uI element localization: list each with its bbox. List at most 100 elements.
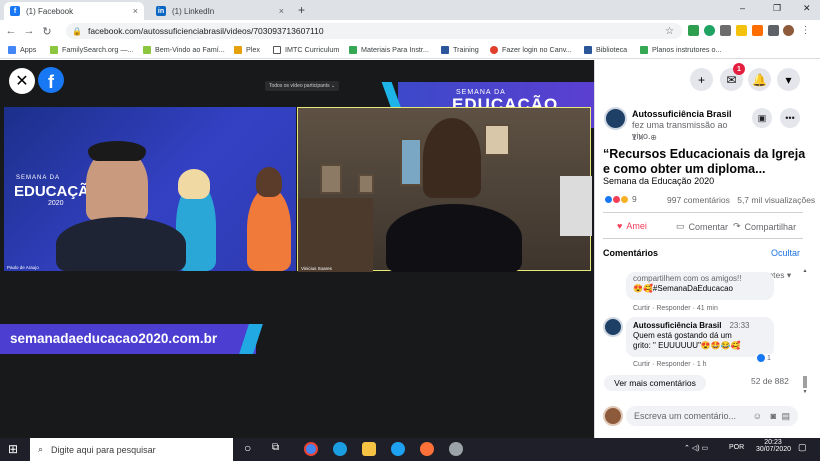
new-tab-button[interactable]: + [298, 3, 305, 17]
more-options-icon[interactable]: ••• [780, 108, 800, 128]
close-tab-icon[interactable]: × [279, 6, 284, 16]
bookmark-familysearch[interactable]: FamilySearch.org —... [50, 45, 134, 54]
comments-scrollbar[interactable]: ▲ ▼ [802, 268, 808, 398]
notification-badge: 1 [733, 63, 745, 75]
comment-like-link[interactable]: Curtir [633, 305, 650, 312]
scroll-up-icon[interactable]: ▲ [802, 268, 808, 274]
file-explorer-icon[interactable] [362, 442, 376, 456]
close-video-icon[interactable]: ✕ [9, 68, 35, 94]
account-menu-icon[interactable]: ▾ [777, 68, 800, 91]
comment-time: 1 h [696, 361, 707, 368]
extension-icon[interactable] [720, 25, 731, 36]
tray-icons[interactable]: ⌃ ◁) ▭ [684, 444, 708, 452]
commenter-avatar[interactable] [603, 317, 623, 337]
familysearch-icon [143, 45, 151, 54]
minimize-button[interactable]: – [740, 3, 745, 13]
notifications-bell-icon[interactable]: 🔔 [748, 68, 771, 91]
clock[interactable]: 20:23 30/07/2020 [756, 439, 791, 453]
extension-icon[interactable] [736, 25, 747, 36]
bookmark-canvas[interactable]: Fazer login no Canv... [490, 45, 572, 54]
bookmark-star-icon[interactable]: ☆ [665, 26, 674, 37]
gif-icon[interactable]: ▤ [781, 411, 790, 422]
maximize-button[interactable]: ❐ [773, 3, 781, 14]
comment-button[interactable]: ▭ Comentar [676, 221, 728, 232]
wall-picture [358, 174, 374, 194]
participants-dropdown[interactable]: Todos os vídeo participants ⌄ [265, 81, 340, 91]
internet-explorer-icon[interactable] [391, 442, 405, 456]
comment-reply-link[interactable]: Responder [656, 305, 690, 312]
bookmark-biblioteca[interactable]: Biblioteca [584, 45, 627, 54]
close-window-button[interactable]: ✕ [803, 3, 811, 14]
promo-figure [256, 167, 282, 197]
plex-icon [234, 45, 242, 54]
page-avatar[interactable] [604, 107, 627, 130]
emoji-icon[interactable]: ☺ [753, 411, 762, 421]
tab-linkedin[interactable]: in (1) LinkedIn × [150, 2, 290, 20]
extensions-puzzle-icon[interactable] [768, 25, 779, 36]
grammarly-icon[interactable] [704, 25, 715, 36]
comment-like-link[interactable]: Curtir [633, 361, 650, 368]
firefox-icon[interactable] [420, 442, 434, 456]
post-author-name[interactable]: Autossuficiência Brasil [632, 109, 732, 119]
linkedin-favicon-icon: in [156, 6, 166, 16]
chrome-taskbar-icon[interactable] [304, 442, 318, 456]
comment-reply-link[interactable]: Responder [656, 361, 690, 368]
bookmark-materiais[interactable]: Materiais Para Instr... [349, 45, 429, 54]
back-icon[interactable]: ← [2, 25, 20, 37]
camera-icon[interactable]: ◙ [771, 411, 776, 421]
post-timestamp[interactable]: 1 h · ⊕ [632, 133, 657, 142]
bookmark-apps[interactable]: Apps [8, 45, 36, 54]
create-plus-icon[interactable]: + [690, 68, 713, 91]
user-avatar[interactable] [603, 406, 623, 426]
reaction-summary[interactable]: 9 [604, 194, 637, 204]
cortana-icon[interactable]: ○ [244, 441, 251, 455]
see-more-comments-button[interactable]: Ver mais comentários [604, 375, 706, 391]
hide-comments-link[interactable]: Ocultar [771, 248, 800, 258]
edge-taskbar-icon[interactable] [333, 442, 347, 456]
forward-icon[interactable]: → [20, 25, 38, 37]
participant-name: Vinicius Soares [301, 266, 332, 271]
extension-icon[interactable] [752, 25, 763, 36]
tab-title: (1) LinkedIn [172, 6, 215, 16]
bookmark-imtc[interactable]: IMTC Curriculum [273, 45, 339, 54]
bookmark-planos[interactable]: Planos instrutores o... [640, 45, 722, 54]
notification-center-icon[interactable]: ▢ [798, 442, 807, 453]
url-text: facebook.com/autossuficienciabrasil/vide… [87, 26, 324, 36]
save-post-icon[interactable]: ▣ [752, 108, 772, 128]
extension-icon[interactable] [688, 25, 699, 36]
language-indicator[interactable]: POR [729, 444, 744, 451]
scroll-down-icon[interactable]: ▼ [802, 389, 808, 395]
comment-reaction-count[interactable]: 1 [755, 354, 773, 362]
apps-grid-icon [8, 45, 16, 54]
comment-input[interactable]: Escreva um comentário... ☺ ◙ ▤ [626, 406, 798, 426]
tab-facebook[interactable]: f (1) Facebook × [4, 2, 144, 20]
familysearch-icon [50, 45, 58, 54]
comments-page-count: 52 de 882 [751, 376, 789, 386]
comments-count[interactable]: 997 comentários [667, 195, 730, 205]
facebook-logo-icon[interactable]: f [38, 67, 64, 93]
task-view-icon[interactable]: ⧉ [272, 442, 279, 453]
comment-actions: Curtir · Responder · 1 h [633, 361, 707, 368]
reload-icon[interactable]: ↻ [38, 25, 56, 38]
close-tab-icon[interactable]: × [133, 6, 138, 16]
app-taskbar-icon[interactable] [449, 442, 463, 456]
menu-dots-icon[interactable]: ⋮ [800, 25, 811, 36]
wall-picture [400, 138, 422, 186]
scroll-thumb[interactable] [803, 376, 807, 388]
comment-icon: ▭ [676, 221, 685, 231]
love-button[interactable]: ♥ Amei [617, 221, 647, 231]
bookmark-training[interactable]: Training [441, 45, 479, 54]
profile-avatar[interactable] [783, 25, 794, 36]
taskbar-search[interactable]: ⌕ Digite aqui para pesquisar [30, 438, 233, 461]
address-bar[interactable]: 🔒 facebook.com/autossuficienciabrasil/vi… [66, 23, 682, 39]
windows-start-icon[interactable]: ⊞ [8, 442, 18, 456]
bookmark-plex[interactable]: Plex [234, 45, 260, 54]
facebook-favicon-icon: f [10, 6, 20, 16]
bookmark-bem-vindo[interactable]: Bem-Vindo ao Famí... [143, 45, 225, 54]
promo-figure [178, 169, 210, 199]
website-url: semanadaeducacao2020.com.br [10, 331, 218, 346]
participant-video-1: SEMANA DA EDUCAÇÃO 2020 Paulo de Araujo [4, 107, 296, 271]
comment-text: grito: " EUUUUUU"😍🤩😂🥰 [633, 341, 741, 350]
share-button[interactable]: ↷ Compartilhar [733, 221, 796, 232]
commenter-name[interactable]: Autossuficiência Brasil [633, 321, 721, 330]
